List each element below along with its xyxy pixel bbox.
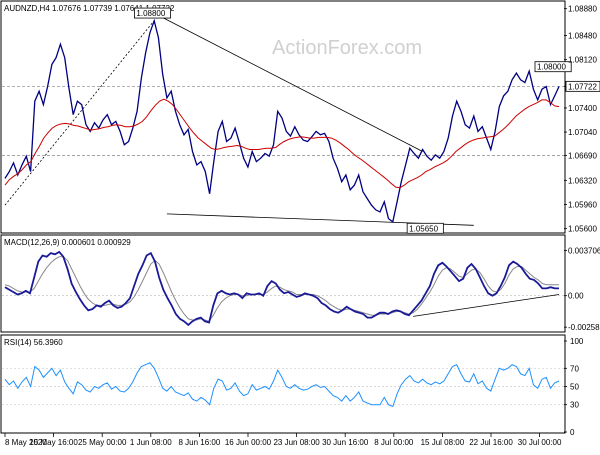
x-tick-label: 30 Jun 16:00: [322, 438, 369, 447]
macd-panel-title: MACD(12,26,9) 0.000601 0.000929: [4, 238, 131, 247]
annotation-1.05650: 1.05650: [409, 224, 438, 233]
x-tick-label: 16 Jun 00:00: [225, 438, 272, 447]
chart-container: ActionForex.com AUDNZD,H4 1.07676 1.0773…: [0, 0, 600, 450]
watermark-text: ActionForex.com: [272, 37, 422, 59]
price-tick-label: 1.08880: [568, 5, 597, 14]
price-tick-label: 1.07040: [568, 128, 597, 137]
rsi-panel-title: RSI(14) 56.3960: [4, 338, 63, 347]
rsi-tick-label: 0: [570, 428, 575, 437]
rsi-tick-label: 50: [570, 383, 579, 392]
rsi-panel-frame: [0, 334, 566, 434]
x-tick-label: 23 Jun 08:00: [273, 438, 320, 447]
last-price-label: 1.07722: [568, 82, 597, 91]
price-tick-label: 1.06690: [568, 152, 597, 161]
x-tick-label: 1 Jun 08:00: [130, 438, 172, 447]
price-panel-frame: [0, 0, 566, 234]
price-tick-label: 1.05960: [568, 201, 597, 210]
price-tick-label: 1.08480: [568, 32, 597, 41]
annotation-1.08800: 1.08800: [136, 9, 165, 18]
annotation-1.08000: 1.08000: [537, 63, 566, 72]
price-tick-label: 1.06320: [568, 176, 597, 185]
macd-panel-frame: [0, 234, 566, 333]
x-tick-label: 25 May 00:00: [78, 438, 127, 447]
price-tick-label: 1.05600: [568, 225, 597, 234]
x-tick-label: 15 May 16:00: [29, 438, 78, 447]
x-tick-label: 30 Jul 00:00: [518, 438, 562, 447]
macd-tick-label: 0.003706: [568, 247, 600, 256]
x-tick-label: 8 Jul 00:00: [374, 438, 414, 447]
macd-tick-label: 0.00: [568, 292, 584, 301]
rsi-tick-label: 100: [570, 337, 584, 346]
x-tick-label: 15 Jul 08:00: [421, 438, 465, 447]
price-tick-label: 1.08120: [568, 56, 597, 65]
rsi-tick-label: 30: [570, 401, 579, 410]
rsi-tick-label: 70: [570, 364, 579, 373]
macd-tick-label: -0.002585: [568, 323, 600, 332]
x-tick-label: 8 Jun 16:00: [178, 438, 220, 447]
x-tick-label: 22 Jul 16:00: [469, 438, 513, 447]
forex-chart: ActionForex.com AUDNZD,H4 1.07676 1.0773…: [0, 0, 600, 447]
price-tick-label: 1.07400: [568, 104, 597, 113]
